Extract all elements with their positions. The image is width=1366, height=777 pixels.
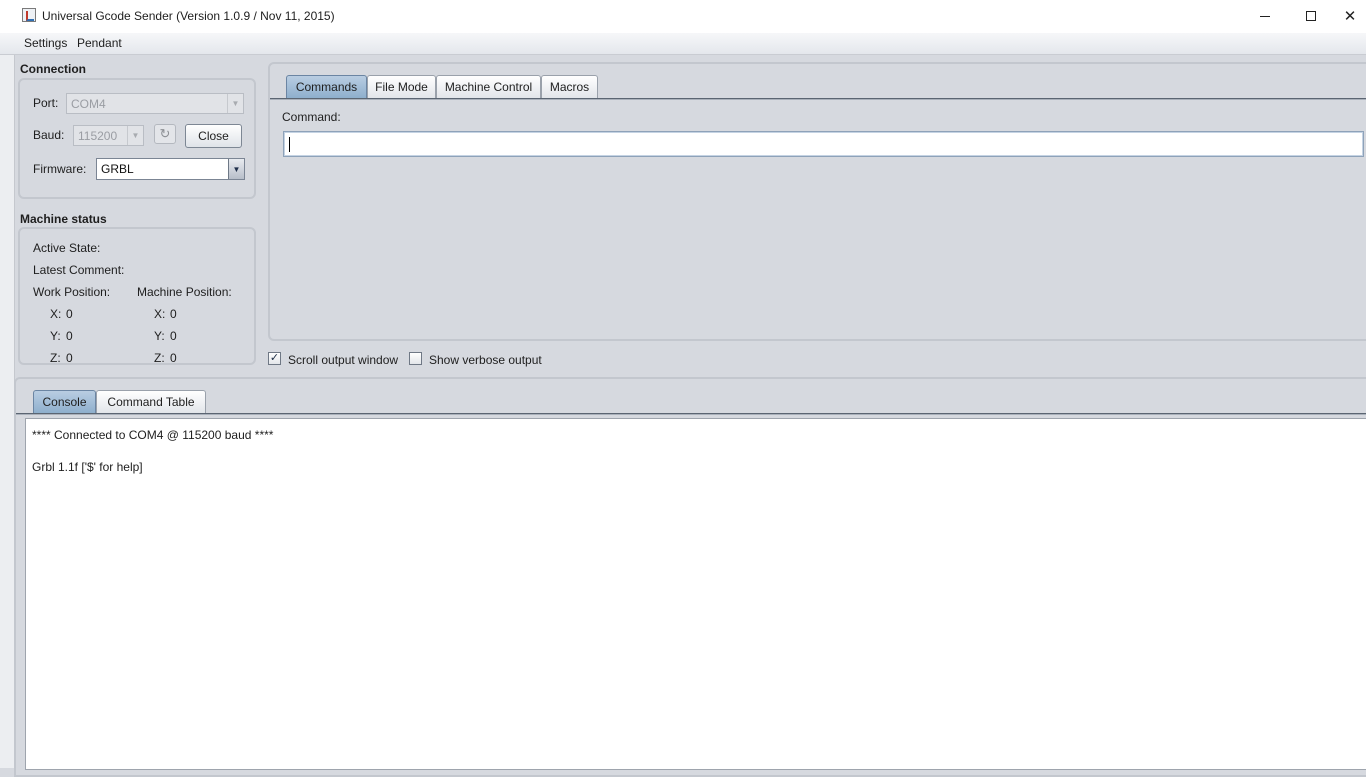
menu-pendant[interactable]: Pendant xyxy=(76,36,123,50)
connection-panel: Port: COM4 ▼ Baud: 115200 ▼ ↻ Close Firm… xyxy=(18,78,256,199)
top-tab-strip: Commands File Mode Machine Control Macro… xyxy=(270,75,1366,101)
menu-bar: Settings Pendant xyxy=(0,33,1366,55)
baud-value: 115200 xyxy=(78,129,118,143)
scroll-output-checkbox[interactable]: ✓ xyxy=(268,352,281,365)
minimize-icon xyxy=(1260,15,1270,17)
port-select[interactable]: COM4 ▼ xyxy=(66,93,244,114)
firmware-value: GRBL xyxy=(101,162,134,176)
console-tab-divider xyxy=(16,413,1366,415)
close-icon: ✕ xyxy=(1343,8,1357,25)
machine-x-value: 0 xyxy=(170,307,177,321)
console-line: Grbl 1.1f ['$' for help] xyxy=(32,460,143,474)
machine-position-label: Machine Position: xyxy=(137,285,232,299)
machine-z-value: 0 xyxy=(170,351,177,365)
tab-command-table[interactable]: Command Table xyxy=(96,390,206,413)
console-panel: Console Command Table **** Connected to … xyxy=(14,377,1366,777)
window-left-edge xyxy=(0,55,15,768)
tab-divider xyxy=(270,98,1366,100)
refresh-ports-button[interactable]: ↻ xyxy=(154,124,176,144)
work-z-value: 0 xyxy=(66,351,73,365)
scroll-output-label: Scroll output window xyxy=(288,353,399,367)
work-position-label: Work Position: xyxy=(33,285,111,299)
console-output[interactable]: **** Connected to COM4 @ 115200 baud ***… xyxy=(25,418,1366,770)
work-x-label: X: xyxy=(50,307,62,321)
chevron-down-icon: ▼ xyxy=(127,126,143,145)
machine-y-label: Y: xyxy=(154,329,165,343)
machine-status-panel: Active State: Latest Comment: Work Posit… xyxy=(18,227,256,365)
work-x-value: 0 xyxy=(66,307,73,321)
baud-select[interactable]: 115200 ▼ xyxy=(73,125,144,146)
work-y-value: 0 xyxy=(66,329,73,343)
tab-commands[interactable]: Commands xyxy=(286,75,367,98)
command-input[interactable] xyxy=(283,131,1364,157)
machine-x-label: X: xyxy=(154,307,166,321)
verbose-output-checkbox[interactable] xyxy=(409,352,422,365)
checkmark-icon: ✓ xyxy=(269,352,280,364)
tab-machine-control[interactable]: Machine Control xyxy=(436,75,541,98)
minimize-button[interactable] xyxy=(1242,0,1288,32)
work-y-label: Y: xyxy=(50,329,61,343)
firmware-select[interactable]: GRBL ▼ xyxy=(96,158,245,180)
window-title: Universal Gcode Sender (Version 1.0.9 / … xyxy=(42,9,335,23)
refresh-icon: ↻ xyxy=(159,126,171,141)
machine-y-value: 0 xyxy=(170,329,177,343)
firmware-label: Firmware: xyxy=(33,162,87,176)
command-panel: Commands File Mode Machine Control Macro… xyxy=(268,62,1366,341)
java-cup-icon xyxy=(22,8,36,22)
chevron-down-icon: ▼ xyxy=(228,159,244,179)
verbose-output-label: Show verbose output xyxy=(429,353,542,367)
machine-z-label: Z: xyxy=(154,351,165,365)
close-window-button[interactable]: ✕ xyxy=(1334,0,1366,32)
port-value: COM4 xyxy=(71,97,106,111)
work-z-label: Z: xyxy=(50,351,61,365)
close-connection-button[interactable]: Close xyxy=(185,124,242,148)
chevron-down-icon: ▼ xyxy=(227,94,243,113)
baud-label: Baud: xyxy=(33,128,65,142)
latest-comment-label: Latest Comment: xyxy=(33,263,125,277)
command-label: Command: xyxy=(282,110,341,124)
connection-heading: Connection xyxy=(20,62,86,76)
tab-console[interactable]: Console xyxy=(33,390,96,413)
machine-status-heading: Machine status xyxy=(20,212,107,226)
window-titlebar: Universal Gcode Sender (Version 1.0.9 / … xyxy=(0,0,1366,34)
menu-settings[interactable]: Settings xyxy=(23,36,68,50)
maximize-icon xyxy=(1306,11,1316,21)
maximize-button[interactable] xyxy=(1288,0,1334,32)
port-label: Port: xyxy=(33,96,59,110)
console-line: **** Connected to COM4 @ 115200 baud ***… xyxy=(32,428,274,442)
text-caret xyxy=(289,137,290,152)
tab-file-mode[interactable]: File Mode xyxy=(367,75,436,98)
active-state-label: Active State: xyxy=(33,241,101,255)
tab-macros[interactable]: Macros xyxy=(541,75,598,98)
